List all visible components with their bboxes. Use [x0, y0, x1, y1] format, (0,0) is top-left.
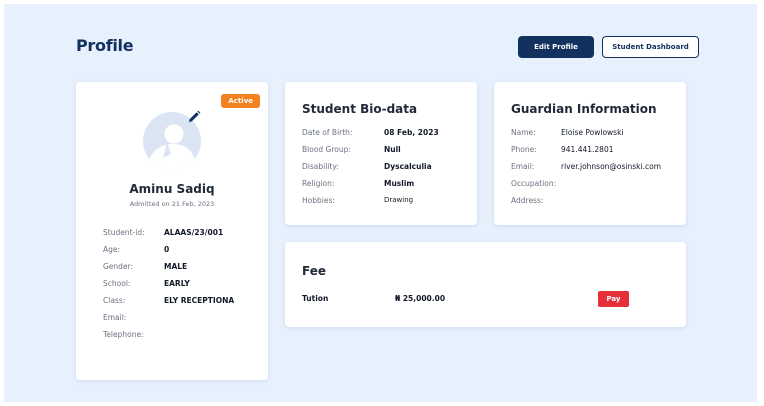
field-value: 0 — [164, 245, 170, 254]
field-value: MALE — [164, 262, 188, 271]
field-label: Address: — [511, 196, 544, 205]
field-value: Drawing — [384, 196, 414, 204]
field-value: Dyscalculia — [384, 162, 432, 171]
fee-card: Fee Tution ₦ 25,000.00 Pay — [285, 242, 686, 327]
field-label: Blood Group: — [302, 145, 351, 154]
field-value: 08 Feb, 2023 — [384, 128, 439, 137]
field-label: School: — [103, 279, 131, 288]
field-label: Date of Birth: — [302, 128, 353, 137]
student-dashboard-button[interactable]: Student Dashboard — [602, 36, 699, 58]
field-value: Eloise Powlowski — [561, 128, 624, 137]
edit-profile-button[interactable]: Edit Profile — [518, 36, 594, 58]
field-value: Muslim — [384, 179, 415, 188]
biodata-title: Student Bio-data — [302, 102, 418, 116]
fee-amount: ₦ 25,000.00 — [395, 294, 446, 303]
field-value: Null — [384, 145, 401, 154]
fee-title: Fee — [302, 264, 326, 278]
field-label: Name: — [511, 128, 536, 137]
field-value: river.johnson@osinski.com — [561, 162, 661, 171]
field-label: Email: — [103, 313, 127, 322]
field-label: Hobbies: — [302, 196, 335, 205]
field-label: Disability: — [302, 162, 339, 171]
field-value: ALAAS/23/001 — [164, 228, 224, 237]
admission-date: Admitted on 21 Feb, 2023 — [129, 200, 215, 208]
field-value: ELY RECEPTIONA — [164, 296, 235, 305]
guardian-card: Guardian Information Name: Eloise Powlow… — [494, 82, 686, 225]
field-label: Phone: — [511, 145, 537, 154]
fee-item-label: Tution — [302, 294, 329, 303]
page-canvas: Profile Edit Profile Student Dashboard A… — [4, 4, 757, 402]
student-card: Active Aminu Sadiq Admitted on 21 Feb, 2… — [76, 82, 268, 380]
student-name: Aminu Sadiq — [129, 182, 215, 196]
field-label: Email: — [511, 162, 535, 171]
field-value: EARLY — [164, 279, 190, 288]
field-label: Religion: — [302, 179, 335, 188]
field-label: Student-id: — [103, 228, 145, 237]
field-label: Class: — [103, 296, 126, 305]
guardian-title: Guardian Information — [511, 102, 657, 116]
field-value: 941.441.2801 — [561, 145, 614, 154]
edit-pencil-icon[interactable] — [187, 110, 201, 124]
field-label: Age: — [103, 245, 121, 254]
status-badge: Active — [221, 94, 260, 108]
biodata-card: Student Bio-data Date of Birth: 08 Feb, … — [285, 82, 477, 225]
field-label: Telephone: — [103, 330, 144, 339]
pay-button[interactable]: Pay — [598, 291, 629, 307]
field-label: Gender: — [103, 262, 134, 271]
field-label: Occupation: — [511, 179, 557, 188]
page-title: Profile — [76, 36, 134, 55]
